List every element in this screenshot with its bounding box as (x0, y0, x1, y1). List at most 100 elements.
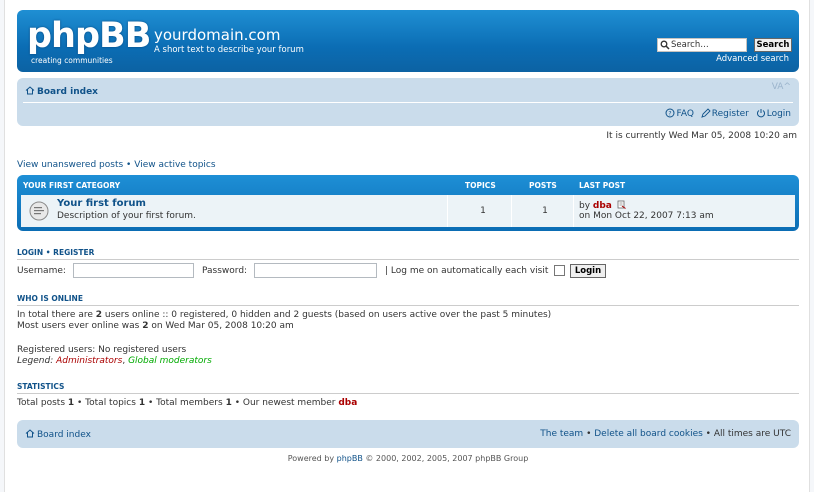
cell-separator (511, 195, 512, 227)
login-label: Login (766, 109, 791, 119)
site-logo[interactable]: phpBB creating communities (27, 16, 151, 65)
online-text: users online :: 0 registered, 0 hidden a… (102, 310, 552, 320)
board-index-label: Board index (37, 87, 98, 97)
section-divider (17, 393, 799, 394)
home-icon (25, 86, 35, 95)
font-resize-control[interactable]: VA^ (772, 82, 791, 92)
powered-by: Powered by phpBB © 2000, 2002, 2005, 200… (5, 454, 811, 463)
phpbb-link[interactable]: phpBB (337, 454, 363, 463)
svg-text:?: ? (669, 111, 672, 118)
login-button[interactable]: Login (570, 264, 606, 278)
delete-cookies-link[interactable]: Delete all board cookies (594, 429, 703, 439)
logo-text: phpBB (27, 16, 151, 56)
password-input[interactable] (254, 263, 377, 278)
record-text: on Wed Mar 05, 2008 10:20 am (148, 321, 294, 331)
statistics-line: Total posts 1 • Total topics 1 • Total m… (17, 398, 357, 408)
footer-board-index-label: Board index (37, 430, 91, 440)
register-label: Register (711, 109, 749, 119)
site-header: phpBB creating communities yourdomain.co… (17, 10, 799, 72)
power-icon (756, 109, 765, 118)
footer-navbar: Board index The team • Delete all board … (17, 420, 799, 448)
view-latest-post-icon[interactable] (617, 200, 626, 209)
legend-label: Legend: (17, 356, 57, 366)
breadcrumb-board-index[interactable]: Board index (25, 86, 98, 97)
forum-read-icon (29, 201, 49, 221)
search-button[interactable]: Search (754, 38, 792, 52)
online-record: Most users ever online was 2 on Wed Mar … (17, 321, 294, 331)
register-pencil-icon (701, 108, 711, 118)
site-description: A short text to describe your forum (154, 45, 304, 55)
last-post-author: by dba (579, 200, 626, 211)
footer-links: The team • Delete all board cookies • Al… (540, 429, 791, 439)
view-links: View unanswered posts • View active topi… (17, 160, 216, 170)
faq-icon: ? (665, 108, 675, 118)
view-unanswered-link[interactable]: View unanswered posts (17, 160, 123, 170)
col-posts-header: POSTS (529, 181, 557, 190)
site-title[interactable]: yourdomain.com (154, 26, 280, 44)
newest-member-link[interactable]: dba (338, 398, 357, 408)
record-text: Most users ever online was (17, 321, 143, 331)
login-heading-sep: • (45, 248, 51, 257)
page: phpBB creating communities yourdomain.co… (4, 0, 810, 492)
current-time: It is currently Wed Mar 05, 2008 10:20 a… (606, 131, 797, 141)
forum-topics-count: 1 (480, 206, 486, 216)
stat-label: Total posts (17, 398, 68, 408)
faq-label: FAQ (676, 109, 694, 119)
autologin-checkbox[interactable] (554, 265, 565, 276)
powered-text: Powered by (287, 454, 337, 463)
forum-name-link[interactable]: Your first forum (57, 198, 146, 209)
search-icon (660, 40, 670, 50)
logo-tag-creating: creating (31, 56, 62, 65)
register-link[interactable]: Register (701, 108, 752, 119)
logo-tag-communities: communities (64, 56, 113, 65)
timezone-note: All times are UTC (713, 429, 791, 439)
advanced-search-link[interactable]: Advanced search (716, 54, 789, 64)
section-divider (17, 305, 799, 306)
search-input[interactable]: Search… (657, 38, 747, 52)
legend-administrators-link[interactable]: Administrators (56, 356, 122, 366)
last-post-user-link[interactable]: dba (593, 201, 612, 211)
last-post-date: on Mon Oct 22, 2007 7:13 am (579, 211, 714, 221)
by-label: by (579, 201, 591, 211)
legend-global-moderators-link[interactable]: Global moderators (128, 356, 212, 366)
autologin-label: | Log me on automatically each visit (385, 266, 549, 276)
register-heading-link[interactable]: REGISTER (53, 248, 94, 257)
statistics-heading: STATISTICS (17, 382, 65, 391)
stat-label: • Our newest member (231, 398, 339, 408)
online-text: In total there are (17, 310, 96, 320)
cell-separator (447, 195, 448, 227)
col-lastpost-header: LAST POST (579, 181, 626, 190)
forum-description: Description of your first forum. (57, 211, 196, 221)
stat-label: • Total topics (74, 398, 139, 408)
category-title[interactable]: YOUR FIRST CATEGORY (23, 181, 120, 190)
cell-separator (573, 195, 574, 227)
footer-board-index-link[interactable]: Board index (25, 429, 91, 440)
username-input[interactable] (73, 263, 194, 278)
stat-label: • Total members (145, 398, 226, 408)
online-summary: In total there are 2 users online :: 0 r… (17, 310, 551, 320)
powered-text: © 2000, 2002, 2005, 2007 phpBB Group (362, 454, 529, 463)
search-input-value: Search… (671, 40, 709, 50)
login-link[interactable]: Login (756, 109, 791, 119)
login-register-heading: LOGIN • REGISTER (17, 248, 94, 257)
forum-row: Your first forum Description of your fir… (21, 195, 795, 227)
section-divider (17, 259, 799, 260)
view-active-link[interactable]: View active topics (134, 160, 215, 170)
faq-link[interactable]: ? FAQ (665, 108, 696, 119)
footer-sep: • (702, 429, 714, 439)
login-form: Username: Password: | Log me on automati… (17, 263, 799, 279)
navbar-links: ? FAQ Register Login (661, 108, 791, 119)
username-label: Username: (17, 266, 66, 276)
col-topics-header: TOPICS (465, 181, 496, 190)
group-legend: Legend: Administrators, Global moderator… (17, 356, 212, 366)
password-label: Password: (202, 266, 248, 276)
who-online-heading[interactable]: WHO IS ONLINE (17, 294, 83, 303)
forum-posts-count: 1 (542, 206, 548, 216)
login-heading-link[interactable]: LOGIN (17, 248, 43, 257)
navbar: Board index VA^ ? FAQ Register Login (17, 78, 799, 126)
forum-category-table: YOUR FIRST CATEGORY TOPICS POSTS LAST PO… (17, 175, 799, 231)
footer-sep: • (583, 429, 595, 439)
the-team-link[interactable]: The team (540, 429, 583, 439)
navbar-divider (23, 102, 793, 103)
registered-users: Registered users: No registered users (17, 345, 187, 355)
